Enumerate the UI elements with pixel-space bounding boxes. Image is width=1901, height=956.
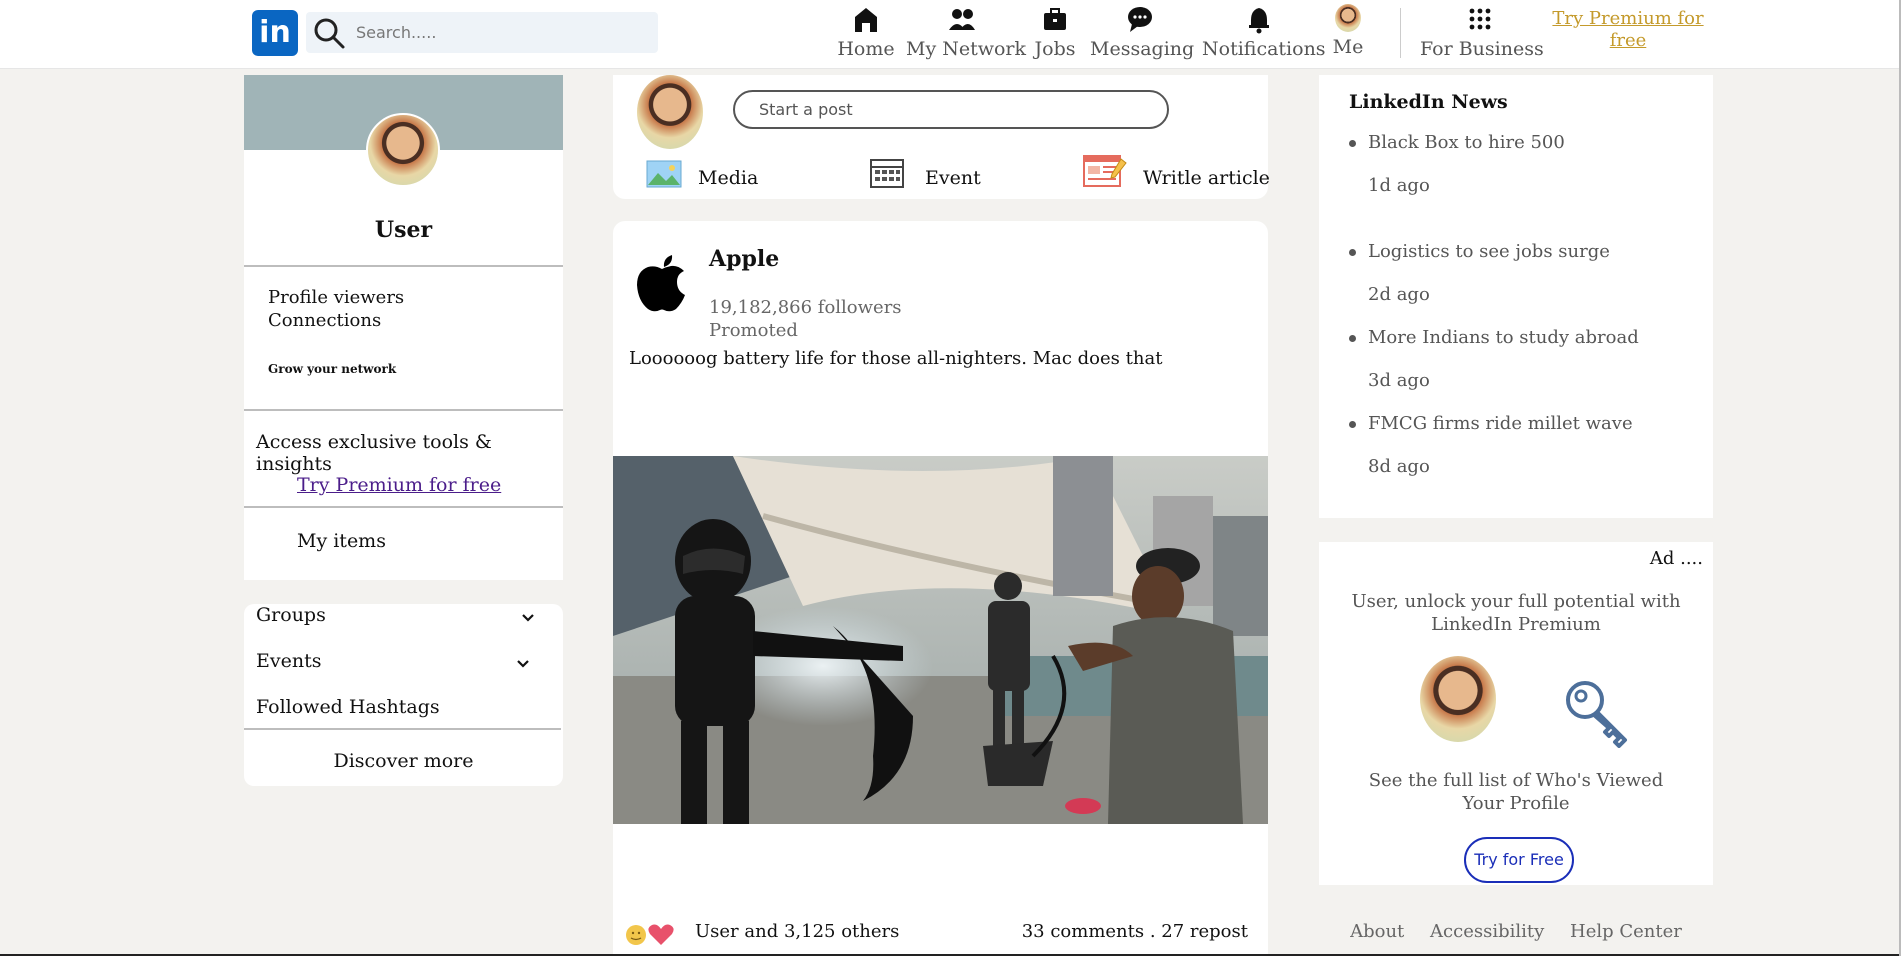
network-icon [949, 9, 975, 30]
divider [244, 265, 563, 267]
linkedin-news-card: LinkedIn News Black Box to hire 500 1d a… [1319, 75, 1713, 518]
news-item[interactable]: FMCG firms ride millet wave [1349, 413, 1633, 434]
nav-me[interactable]: Me [1328, 4, 1368, 66]
nav-notifications[interactable]: Notifications [1202, 4, 1326, 66]
avatar [1335, 4, 1361, 32]
media-icon [646, 160, 682, 188]
news-age: 8d ago [1368, 456, 1430, 477]
news-age: 1d ago [1368, 175, 1430, 196]
help-center-link[interactable]: Help Center [1570, 921, 1682, 942]
divider [244, 409, 563, 411]
company-name[interactable]: Apple [709, 246, 779, 272]
followed-hashtags-link[interactable]: Followed Hashtags [256, 696, 440, 718]
nav-my-network[interactable]: My Network [906, 4, 1027, 66]
media-label: Media [698, 167, 759, 189]
grow-network-link[interactable]: Grow your network [268, 362, 396, 376]
nav-me-label: Me [1332, 36, 1364, 58]
message-icon [1128, 7, 1152, 32]
apple-logo-icon[interactable] [635, 251, 689, 313]
bell-icon [1249, 8, 1269, 34]
start-post-input[interactable]: Start a post [733, 90, 1169, 129]
write-article-label: Writle article [1143, 167, 1270, 189]
comments-repost-count[interactable]: 33 comments . 27 repost [1022, 921, 1248, 942]
divider [244, 728, 561, 730]
ad-subtext: See the full list of Who's Viewed Your P… [1368, 770, 1664, 814]
news-title: LinkedIn News [1349, 91, 1508, 113]
news-headline: Black Box to hire 500 [1368, 132, 1565, 153]
about-link[interactable]: About [1350, 921, 1404, 942]
calendar-icon [870, 159, 904, 188]
events-link[interactable]: Events [256, 650, 321, 672]
nav-jobs[interactable]: Jobs [1032, 4, 1078, 66]
nav-for-business[interactable]: For Business [1420, 4, 1544, 66]
ad-avatar [1420, 656, 1496, 742]
profile-avatar[interactable] [366, 113, 440, 187]
promoted-label: Promoted [709, 320, 798, 341]
bullet-icon [1349, 248, 1356, 256]
accessibility-link[interactable]: Accessibility [1430, 921, 1544, 942]
footer-links: About Accessibility Help Center [1319, 921, 1713, 942]
media-button[interactable]: Media [646, 157, 759, 193]
nav-jobs-label: Jobs [1034, 38, 1076, 60]
nav-divider [1400, 8, 1401, 58]
nav-my-network-label: My Network [906, 38, 1027, 60]
groups-card: Groups Events Followed Hashtags Discover… [244, 604, 563, 786]
linkedin-logo[interactable]: in [252, 10, 298, 56]
reaction-icons[interactable] [625, 921, 675, 947]
event-label: Event [925, 167, 981, 189]
news-headline: Logistics to see jobs surge [1368, 241, 1610, 262]
home-icon [855, 8, 877, 32]
write-article-button[interactable]: Writle article [1083, 155, 1270, 193]
bullet-icon [1349, 334, 1356, 342]
try-premium-nav-link[interactable]: Try Premium for free [1548, 8, 1708, 52]
chevron-down-icon[interactable] [521, 613, 535, 623]
ad-headline: User, unlock your full potential with Li… [1351, 591, 1681, 635]
my-items-link[interactable]: My items [297, 530, 386, 552]
chevron-down-icon[interactable] [516, 659, 530, 669]
premium-ad-card: Ad .... User, unlock your full potential… [1319, 542, 1713, 885]
post-composer: Start a post Media Event Writle article [613, 75, 1270, 199]
search-icon [314, 18, 345, 49]
news-item[interactable]: More Indians to study abroad [1349, 327, 1639, 348]
nav-for-business-label: For Business [1420, 38, 1544, 60]
search-input[interactable] [356, 12, 651, 53]
profile-name[interactable]: User [244, 217, 563, 243]
followers-count: 19,182,866 followers [709, 297, 902, 318]
nav-notifications-label: Notifications [1202, 38, 1326, 60]
post-text: Loooooog battery life for those all-nigh… [629, 348, 1163, 369]
search-bar[interactable] [306, 12, 658, 53]
nav-home[interactable]: Home [836, 4, 896, 66]
top-navbar: in Home My Network Jobs [0, 0, 1901, 69]
discover-more-link[interactable]: Discover more [244, 750, 563, 772]
profile-viewers-link[interactable]: Profile viewers [268, 287, 404, 308]
connections-link[interactable]: Connections [268, 310, 381, 331]
likes-count[interactable]: User and 3,125 others [695, 921, 899, 942]
bullet-icon [1349, 420, 1356, 428]
feed-post: Apple 19,182,866 followers Promoted Looo… [613, 221, 1268, 956]
event-button[interactable]: Event [869, 157, 981, 193]
try-premium-link[interactable]: Try Premium for free [297, 474, 501, 496]
bullet-icon [1349, 139, 1356, 147]
try-for-free-button[interactable]: Try for Free [1464, 837, 1574, 883]
article-icon [1083, 155, 1127, 187]
news-item[interactable]: Logistics to see jobs surge [1349, 241, 1610, 262]
composer-avatar[interactable] [637, 75, 703, 149]
key-icon [1566, 681, 1627, 748]
nav-messaging[interactable]: Messaging [1090, 4, 1195, 66]
post-video[interactable] [613, 456, 1268, 824]
news-item[interactable]: Black Box to hire 500 [1349, 132, 1565, 153]
briefcase-icon [1044, 8, 1066, 30]
news-age: 2d ago [1368, 284, 1430, 305]
divider [244, 506, 563, 508]
nav-messaging-label: Messaging [1090, 38, 1195, 60]
news-headline: FMCG firms ride millet wave [1368, 413, 1633, 434]
grid-icon [1469, 8, 1491, 30]
nav-home-label: Home [837, 38, 895, 60]
groups-link[interactable]: Groups [256, 604, 326, 626]
access-tools-text: Access exclusive tools & insights [256, 431, 492, 475]
news-age: 3d ago [1368, 370, 1430, 391]
ad-label[interactable]: Ad .... [1650, 548, 1703, 569]
news-headline: More Indians to study abroad [1368, 327, 1639, 348]
profile-card: User Profile viewers Connections Grow yo… [244, 75, 563, 580]
